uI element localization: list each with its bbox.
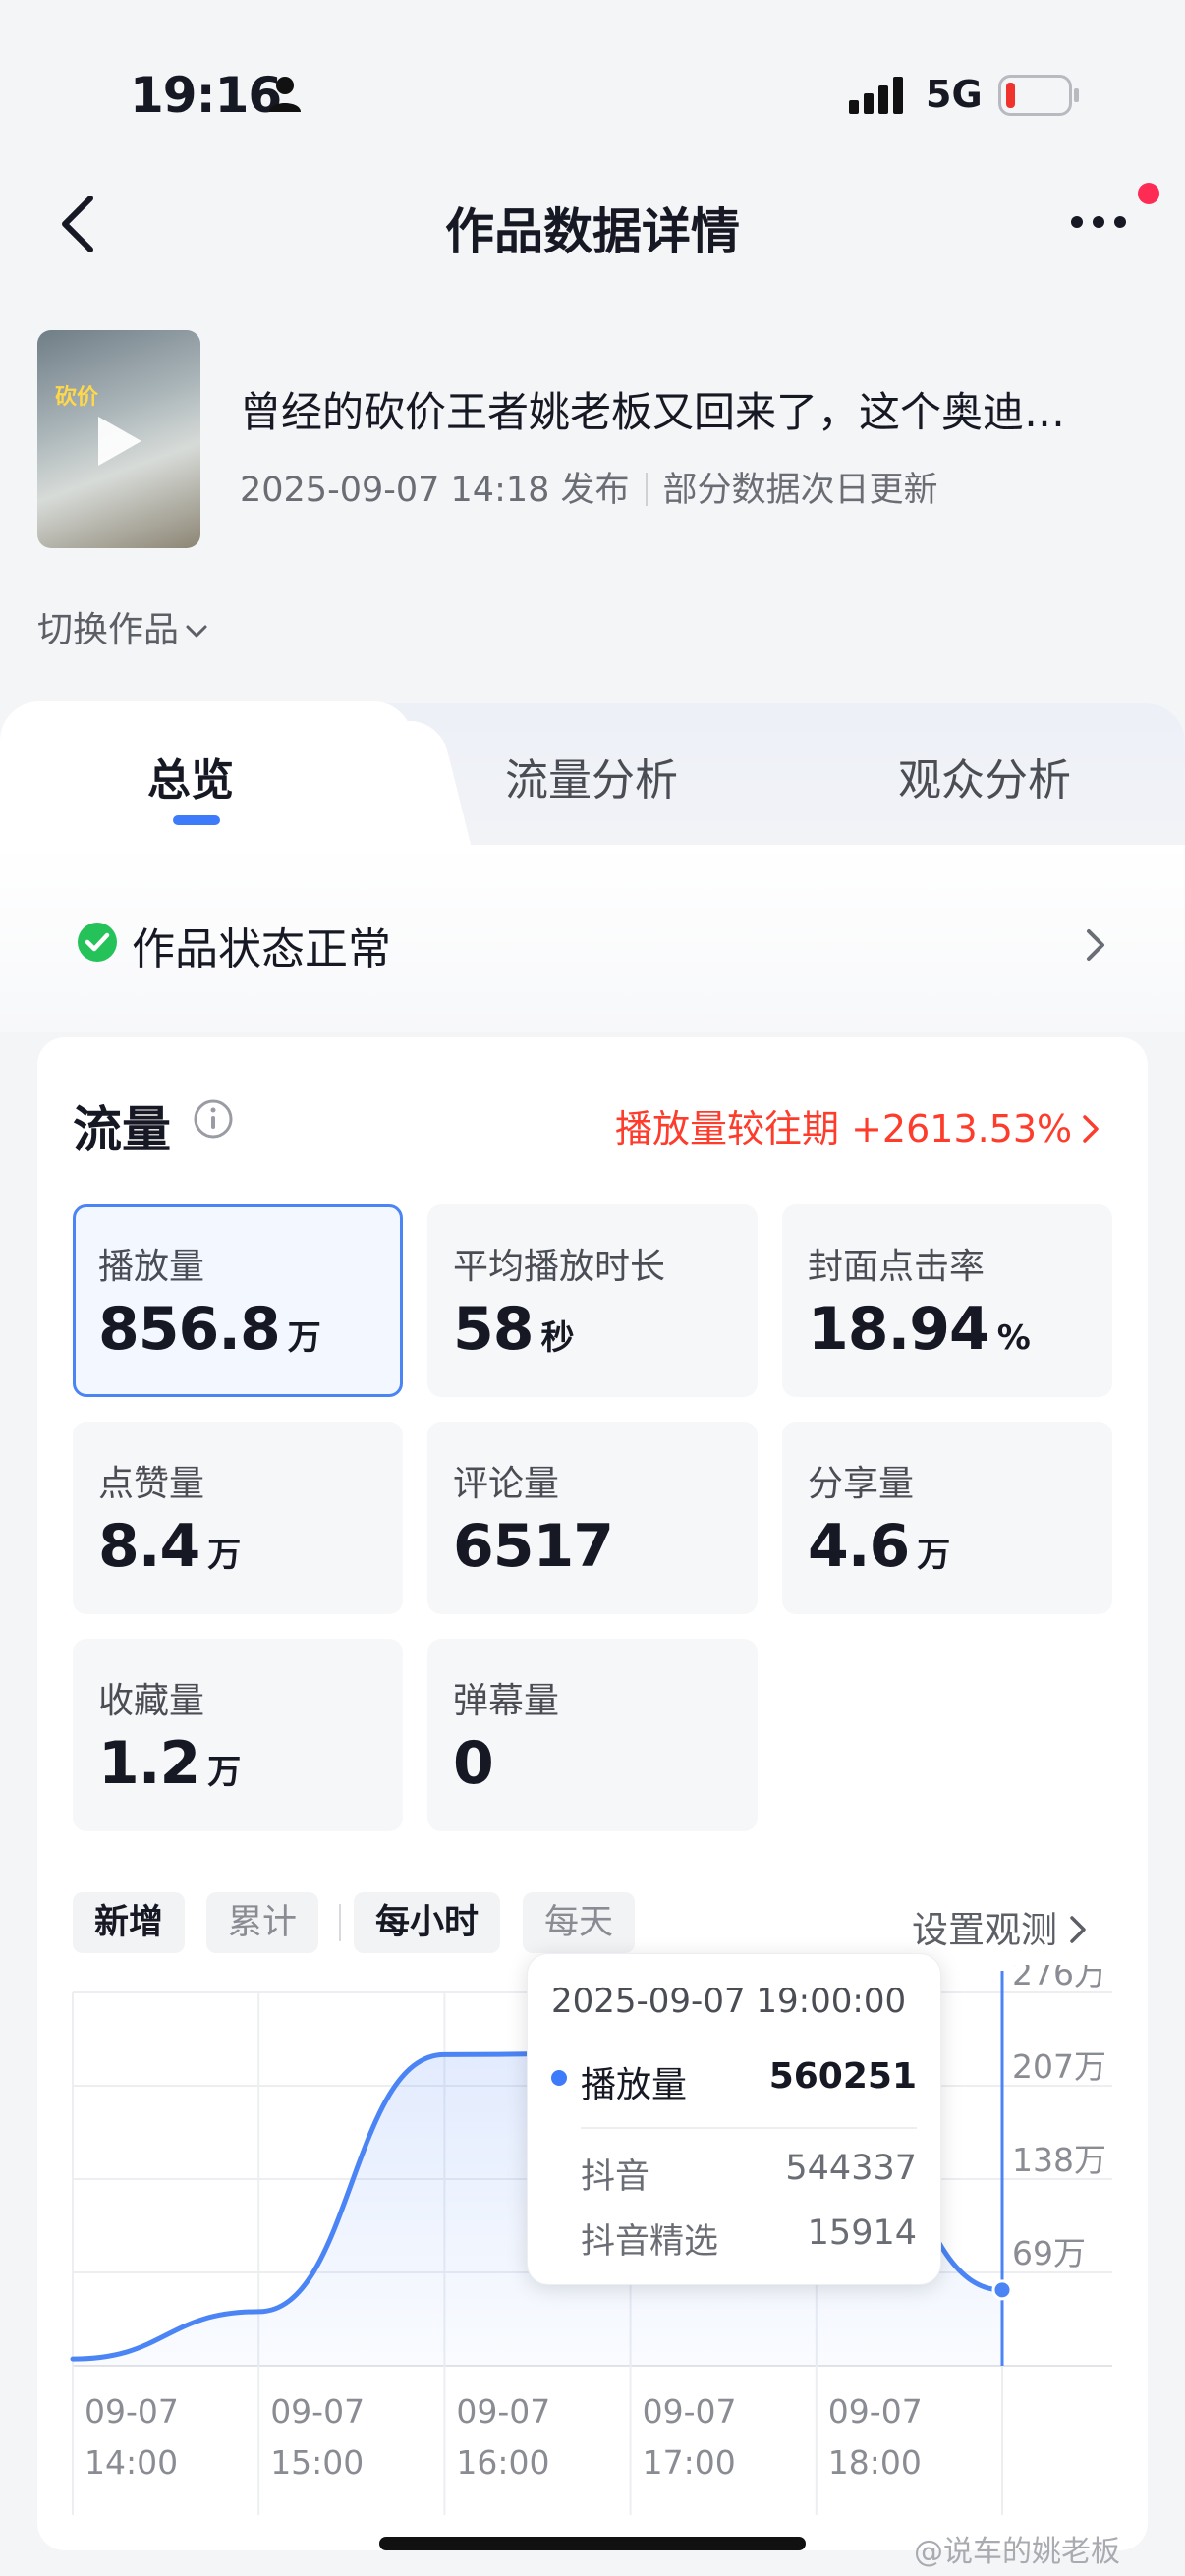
metric-card-favorites[interactable]: 收藏量 1.2 万 (73, 1639, 403, 1831)
chart-x-tick-label: 14:00 (85, 2443, 178, 2482)
metric-card-avg-duration[interactable]: 平均播放时长 58 秒 (427, 1204, 758, 1397)
metric-label: 播放量 (98, 1247, 205, 1287)
tab-overview[interactable]: 总览 (147, 745, 234, 808)
check-circle-icon (78, 923, 117, 962)
chip-hourly[interactable]: 每小时 (354, 1892, 501, 1953)
tooltip-row-value: 544337 (785, 2149, 917, 2188)
metric-label: 收藏量 (98, 1681, 205, 1721)
chart-x-tick-label: 09-07 (85, 2392, 179, 2431)
chart-tooltip: 2025-09-07 19:00:00 播放量 560251 抖音 544337… (527, 1953, 941, 2285)
publish-time: 2025-09-07 14:18 发布 (240, 471, 630, 510)
chart-x-tick-label: 15:00 (270, 2443, 364, 2482)
signal-icon (849, 77, 903, 114)
chip-new[interactable]: 新增 (73, 1892, 186, 1953)
chart-x-tick-label: 09-07 (270, 2392, 365, 2431)
chip-cumulative[interactable]: 累计 (206, 1892, 319, 1953)
chart-x-tick-label: 17:00 (643, 2443, 736, 2482)
metric-card-likes[interactable]: 点赞量 8.4 万 (73, 1422, 403, 1614)
tab-indicator (173, 815, 220, 825)
work-title[interactable]: 曾经的砍价王者姚老板又回来了，这个奥迪… (240, 379, 1154, 439)
chart-y-tick-label: 276万 (1012, 1965, 1106, 1992)
tab-audience-analysis[interactable]: 观众分析 (898, 745, 1071, 808)
chart-y-tick-label: 69万 (1012, 2234, 1086, 2272)
page-title: 作品数据详情 (445, 203, 740, 260)
chart-y-tick-label: 138万 (1012, 2141, 1106, 2179)
divider (645, 473, 648, 506)
metric-value: 18.94% (808, 1295, 1031, 1364)
metric-value: 4.6 万 (808, 1512, 950, 1581)
status-time: 19:16 (130, 67, 282, 124)
metric-value: 0 (453, 1729, 494, 1798)
chevron-down-icon (186, 625, 207, 638)
metric-label: 点赞量 (98, 1464, 205, 1504)
metric-card-plays[interactable]: 播放量 856.8 万 (73, 1204, 403, 1397)
tooltip-row-value: 15914 (807, 2213, 917, 2253)
info-icon[interactable] (193, 1098, 234, 1140)
work-status-label[interactable]: 作品状态正常 (132, 914, 391, 977)
chevron-right-icon (1070, 1916, 1086, 1943)
notification-dot (1138, 183, 1159, 204)
switch-work-label: 切换作品 (37, 610, 180, 650)
play-compare-link[interactable]: 播放量较往期 +2613.53% (615, 1098, 1100, 1152)
chip-divider (339, 1904, 341, 1941)
work-thumbnail[interactable]: 砍价 (37, 330, 200, 548)
play-icon (98, 417, 141, 466)
metric-label: 平均播放时长 (453, 1247, 666, 1287)
more-icon[interactable] (1069, 212, 1128, 232)
thumbnail-caption: 砍价 (55, 385, 99, 410)
metric-card-comments[interactable]: 评论量 6517 (427, 1422, 758, 1614)
traffic-title: 流量 (73, 1101, 171, 1158)
chart-x-tick-label: 16:00 (456, 2443, 549, 2482)
set-observe-link[interactable]: 设置观测 (912, 1900, 1087, 1953)
play-compare-text: 播放量较往期 +2613.53% (615, 1107, 1073, 1150)
metric-card-shares[interactable]: 分享量 4.6 万 (782, 1422, 1112, 1614)
tooltip-row-name: 抖音精选 (581, 2222, 719, 2262)
tooltip-row-name: 抖音 (581, 2157, 650, 2197)
battery-icon (998, 75, 1079, 116)
metric-value: 1.2 万 (98, 1729, 241, 1798)
metric-value: 856.8 万 (98, 1295, 321, 1364)
update-note: 部分数据次日更新 (662, 471, 938, 510)
chart-x-tick-label: 09-07 (643, 2392, 737, 2431)
tab-traffic-analysis[interactable]: 流量分析 (505, 745, 678, 808)
chart-highlight-point (991, 2279, 1013, 2301)
metric-label: 分享量 (808, 1464, 915, 1504)
watermark: @说车的姚老板 (914, 2535, 1120, 2569)
chart-x-tick-label: 09-07 (828, 2392, 923, 2431)
metric-value: 8.4 万 (98, 1512, 241, 1581)
network-type: 5G (926, 73, 983, 116)
metric-label: 弹幕量 (453, 1681, 560, 1721)
chip-daily[interactable]: 每天 (523, 1892, 636, 1953)
tooltip-series-name: 播放量 (581, 2065, 688, 2105)
tooltip-series-value: 560251 (768, 2056, 917, 2097)
tooltip-divider (581, 2127, 917, 2129)
metric-value: 6517 (453, 1512, 614, 1581)
work-meta: 2025-09-07 14:18 发布 部分数据次日更新 (240, 462, 938, 512)
switch-work-button[interactable]: 切换作品 (37, 601, 208, 652)
home-indicator[interactable] (379, 2537, 806, 2550)
metric-card-danmaku[interactable]: 弹幕量 0 (427, 1639, 758, 1831)
set-observe-label: 设置观测 (912, 1909, 1057, 1951)
chart-x-tick-label: 09-07 (456, 2392, 550, 2431)
metric-label: 封面点击率 (808, 1247, 986, 1287)
chart-x-tick-label: 18:00 (828, 2443, 922, 2482)
person-icon (269, 77, 301, 112)
metric-card-cover-ctr[interactable]: 封面点击率 18.94% (782, 1204, 1112, 1397)
series-dot (551, 2070, 567, 2086)
tooltip-date: 2025-09-07 19:00:00 (551, 1982, 907, 2021)
chevron-right-icon[interactable] (1085, 927, 1106, 963)
chevron-right-icon (1083, 1115, 1099, 1143)
metric-value: 58 秒 (453, 1295, 575, 1364)
chart-y-tick-label: 207万 (1012, 2047, 1106, 2086)
metric-label: 评论量 (453, 1464, 560, 1504)
